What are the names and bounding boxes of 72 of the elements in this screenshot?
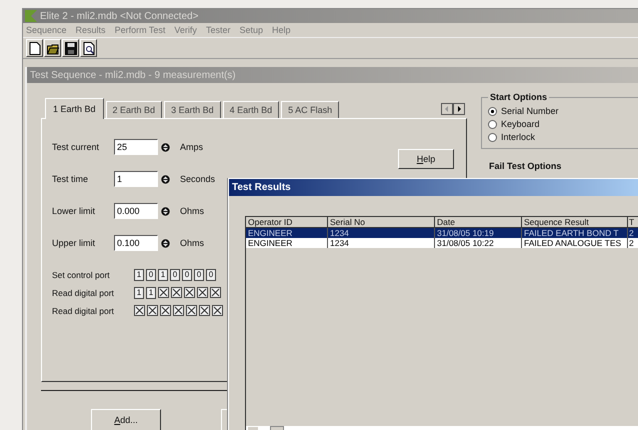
crossed-bit-icon xyxy=(197,287,208,298)
field-label: Upper limit xyxy=(52,238,96,248)
floppy-disk-icon[interactable] xyxy=(62,39,79,58)
field-label: Test time xyxy=(52,174,90,184)
window-title: Elite 2 - mli2.mdb <Not Connected> xyxy=(40,10,198,22)
crossed-bit-icon xyxy=(160,305,171,316)
unit-label: Ohms xyxy=(180,238,204,248)
bit-field[interactable]: 1 xyxy=(146,287,156,299)
add-button[interactable]: Add... xyxy=(91,409,161,430)
group-title: Fail Test Options xyxy=(488,161,562,171)
radio-option[interactable]: Interlock xyxy=(488,132,633,142)
crossed-bit-icon xyxy=(173,305,184,316)
bit-field[interactable]: 0 xyxy=(182,269,192,281)
result-row[interactable]: ENGINEER 1234 31/08/05 10:19 FAILED EARTH BOND T 2 xyxy=(246,228,638,238)
tab-scroll-arrows-icon[interactable] xyxy=(441,103,465,115)
bit-field[interactable]: 0 xyxy=(170,269,180,281)
crossed-bit-icon xyxy=(186,305,197,316)
crossed-bit-icon xyxy=(184,287,195,298)
bit-field[interactable]: 0 xyxy=(206,269,216,281)
bit-field[interactable]: 1 xyxy=(158,269,168,281)
tab[interactable]: 3 Earth Bd xyxy=(164,101,221,118)
tab[interactable]: 5 AC Flash xyxy=(281,101,340,118)
table-cell: FAILED ANALOGUE TES xyxy=(522,238,628,248)
help-button[interactable]: Help xyxy=(398,149,454,169)
tab[interactable]: 4 Earth Bd xyxy=(222,101,280,118)
crossed-bit-icon xyxy=(210,287,221,298)
port-label: Set control port xyxy=(52,270,111,280)
table-cell-text: 2 xyxy=(628,228,635,238)
spinner-icon[interactable] xyxy=(161,174,170,184)
number-input[interactable]: 0.000 xyxy=(114,203,158,219)
port-label: Read digital port xyxy=(52,288,115,298)
number-input[interactable]: 0.100 xyxy=(114,235,158,251)
field-label: Lower limit xyxy=(52,206,96,216)
bit-field[interactable]: 0 xyxy=(194,269,204,281)
crossed-bit-icon xyxy=(212,305,223,316)
unit-label: Amps xyxy=(180,142,204,152)
child-window-title: Test Sequence - mli2.mdb - 9 measurement(s) xyxy=(30,70,236,80)
table-cell: 31/08/05 10:22 xyxy=(435,238,522,248)
group-title: Start Options xyxy=(488,92,550,102)
crossed-bit-icon xyxy=(134,305,145,316)
crossed-bit-icon xyxy=(171,287,182,298)
port-label: Read digital port xyxy=(52,306,115,316)
new-document-icon[interactable] xyxy=(26,39,43,58)
field-label: Test current xyxy=(52,142,100,152)
radio-icon[interactable] xyxy=(488,120,497,128)
spinner-icon[interactable] xyxy=(161,206,170,216)
print-preview-icon[interactable] xyxy=(80,39,97,58)
crossed-bit-icon xyxy=(199,305,210,316)
table-cell-text: 2 xyxy=(628,238,635,248)
radio-icon[interactable] xyxy=(488,132,497,142)
crossed-bit-icon xyxy=(147,305,158,316)
radio-icon[interactable] xyxy=(488,106,497,116)
app-logo-icon xyxy=(25,10,37,22)
table-cell: 1234 xyxy=(328,238,435,248)
tab[interactable]: 2 Earth Bd xyxy=(106,101,162,118)
tab[interactable]: 1 Earth Bd xyxy=(45,98,104,119)
bit-field[interactable]: 1 xyxy=(134,269,144,281)
bit-field[interactable]: 1 xyxy=(134,287,144,299)
radio-option[interactable]: Serial Number xyxy=(488,106,633,116)
table-cell: ENGINEER xyxy=(246,238,328,248)
unit-label: Ohms xyxy=(180,206,204,216)
open-folder-icon[interactable] xyxy=(44,39,61,58)
number-input[interactable]: 1 xyxy=(114,171,158,187)
spinner-icon[interactable] xyxy=(161,238,170,248)
dialog-title: Test Results xyxy=(232,182,291,193)
radio-option[interactable]: Keyboard xyxy=(488,119,633,129)
crossed-bit-icon xyxy=(158,287,169,298)
spinner-icon[interactable] xyxy=(161,142,170,152)
unit-label: Seconds xyxy=(180,174,216,184)
number-input[interactable]: 25 xyxy=(114,139,158,155)
result-row[interactable]: ENGINEER 1234 31/08/05 10:22 FAILED ANALOGUE TES 2 xyxy=(246,238,638,248)
bit-field[interactable]: 0 xyxy=(146,269,156,281)
